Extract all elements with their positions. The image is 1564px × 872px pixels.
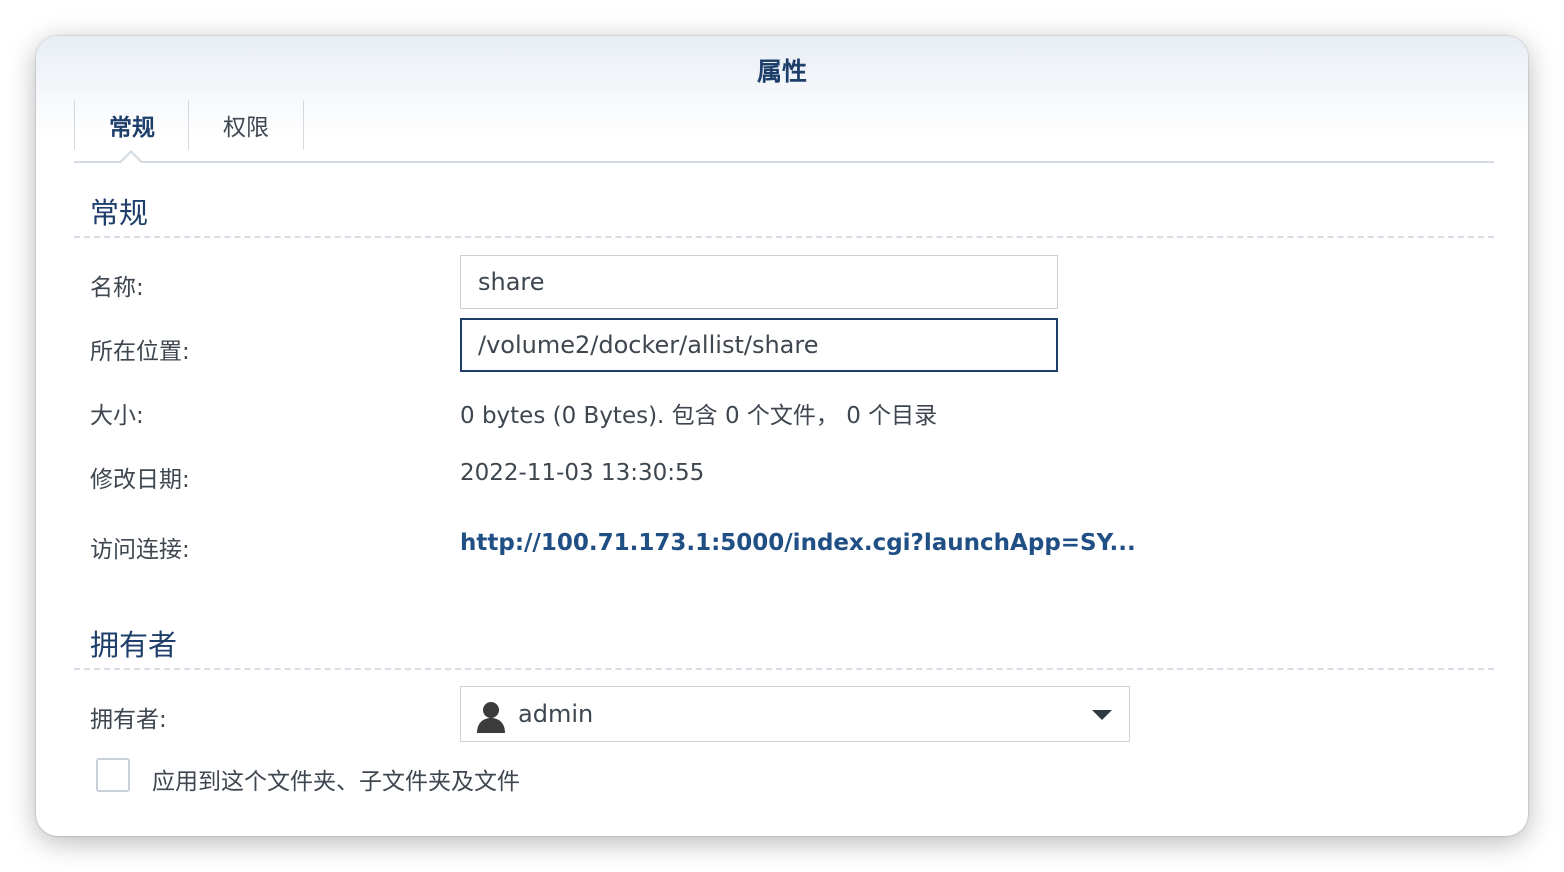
owner-select-value: admin	[518, 700, 594, 728]
size-label: 大小:	[90, 403, 144, 429]
apply-recursive-checkbox[interactable]	[96, 758, 130, 792]
tab-permissions[interactable]: 权限	[188, 100, 304, 150]
name-label: 名称:	[90, 275, 144, 301]
location-label: 所在位置:	[90, 339, 190, 365]
properties-dialog: 属性 常规 权限 常规 名称: share 所在位置: /volume2/doc…	[36, 36, 1528, 836]
location-field[interactable]: /volume2/docker/allist/share	[460, 318, 1058, 372]
general-section-title: 常规	[90, 196, 149, 230]
access-link-label: 访问连接:	[90, 537, 190, 563]
modified-date-label: 修改日期:	[90, 467, 190, 493]
section-divider	[74, 236, 1494, 238]
apply-recursive-label[interactable]: 应用到这个文件夹、子文件夹及文件	[152, 762, 520, 796]
access-link[interactable]: http://100.71.173.1:5000/index.cgi?launc…	[460, 530, 1136, 556]
name-field[interactable]: share	[460, 255, 1058, 309]
modified-date-value: 2022-11-03 13:30:55	[460, 460, 705, 486]
owner-section-title: 拥有者	[90, 628, 178, 662]
owner-select[interactable]: admin	[460, 686, 1130, 742]
user-icon	[477, 702, 505, 733]
tab-general[interactable]: 常规	[74, 100, 189, 150]
tab-divider	[74, 161, 1494, 163]
chevron-down-icon[interactable]	[1092, 710, 1112, 720]
size-value: 0 bytes (0 Bytes). 包含 0 个文件， 0 个目录	[460, 403, 938, 429]
owner-label: 拥有者:	[90, 707, 167, 733]
dialog-title: 属性	[756, 57, 807, 86]
section-divider	[74, 668, 1494, 670]
